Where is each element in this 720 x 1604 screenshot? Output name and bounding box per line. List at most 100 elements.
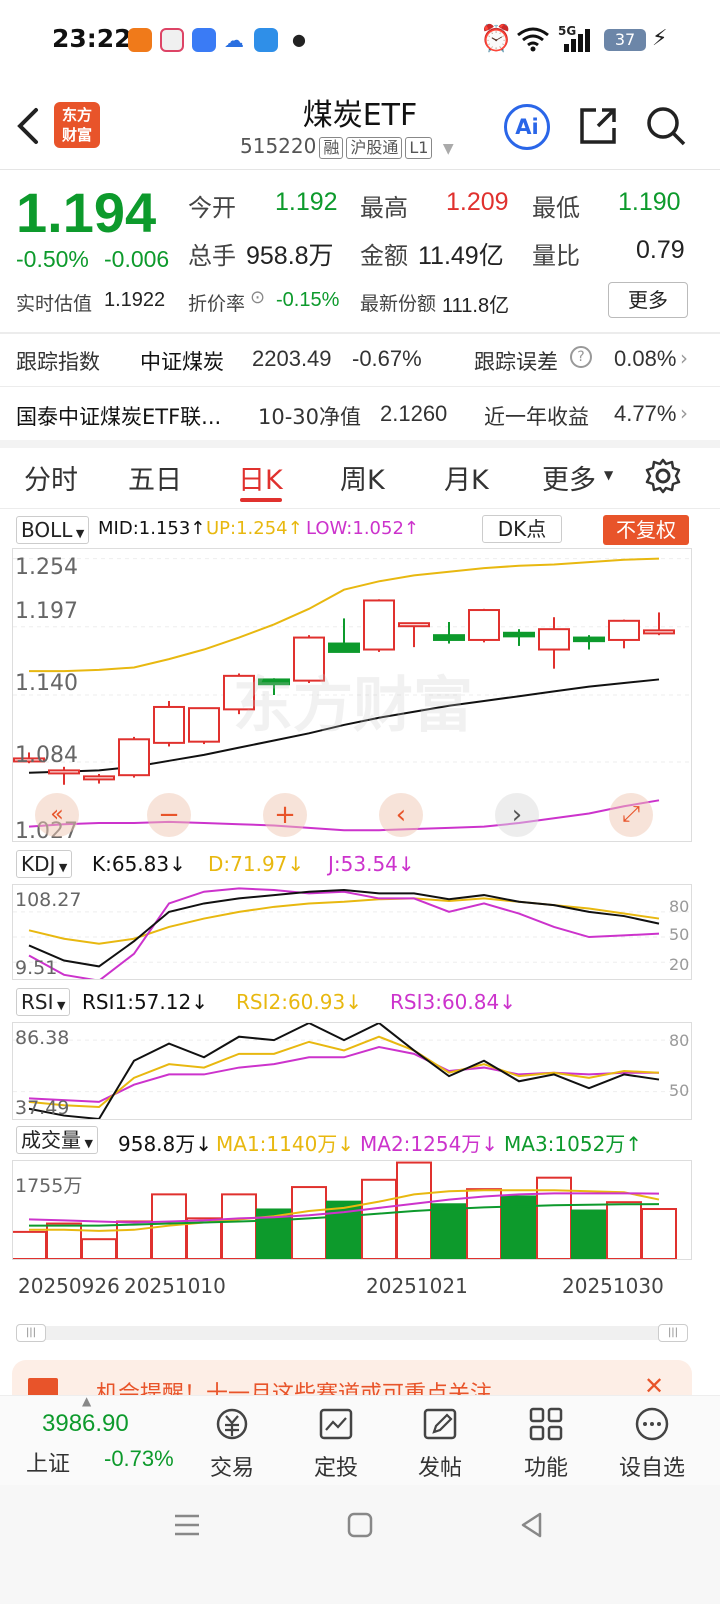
open-label: 今开 xyxy=(188,194,236,222)
info-dots-icon[interactable]: ⊙ xyxy=(250,287,265,308)
scrollbar-handle-right[interactable]: ||| xyxy=(658,1324,688,1342)
boll-name: BOLL xyxy=(21,518,73,542)
candle-body xyxy=(433,634,465,641)
nav-post-label: 发帖 xyxy=(417,1456,462,1481)
price-tick: 1.084 xyxy=(15,743,78,768)
scroll-left-fast-icon[interactable]: « xyxy=(35,793,79,837)
battery-icon: 37 xyxy=(604,29,646,51)
more-button[interactable]: 更多 xyxy=(608,282,688,318)
status-time: 23:22 xyxy=(52,24,132,53)
linked-fund-name[interactable]: 国泰中证煤炭ETF联... xyxy=(16,401,221,431)
nav-post[interactable]: 发帖 xyxy=(400,1406,480,1482)
volume-ma3: MA3:1052万↑ xyxy=(504,1132,643,1156)
stock-code-row[interactable]: 515220 融沪股通 L1 ▼ xyxy=(240,134,454,159)
kdj-right-tick: 80 xyxy=(669,897,690,916)
share-icon[interactable] xyxy=(578,106,618,146)
divider xyxy=(0,508,720,509)
price-tick: 1.197 xyxy=(15,599,78,624)
cloud-icon: ☁ xyxy=(224,28,244,52)
chevron-down-icon: ▼ xyxy=(442,141,454,157)
dk-point-selector[interactable]: DK点 xyxy=(482,515,562,543)
chevron-right-icon[interactable]: › xyxy=(680,346,688,370)
nav-trade-label: 交易 xyxy=(209,1456,254,1481)
nav-functions[interactable]: 功能 xyxy=(506,1406,586,1482)
tab-five-day[interactable]: 五日 xyxy=(128,458,182,497)
section-gap xyxy=(0,440,720,448)
volume-panel[interactable]: 1755万 xyxy=(12,1160,692,1260)
opportunity-banner[interactable]: 机会提醒！十一月这些赛道或可重点关注 ✕ xyxy=(12,1360,692,1395)
more-dots-icon xyxy=(635,1407,669,1441)
system-navigation-bar xyxy=(0,1485,720,1604)
volume-bar xyxy=(606,1201,642,1259)
home-icon[interactable] xyxy=(346,1511,374,1539)
boll-selector[interactable]: BOLL ▼ xyxy=(16,516,90,544)
index-value[interactable]: 3986.90 xyxy=(42,1410,129,1438)
expand-up-icon[interactable]: ▲ xyxy=(82,1394,91,1408)
tab-more[interactable]: 更多 xyxy=(542,458,596,497)
tracking-value: 2203.49 xyxy=(252,346,332,371)
megaphone-icon xyxy=(28,1378,58,1395)
back-icon[interactable] xyxy=(518,1511,546,1539)
chart-scrollbar[interactable]: ||| ||| xyxy=(16,1324,688,1342)
zoom-in-icon[interactable]: + xyxy=(263,793,307,837)
rsi-panel[interactable]: 86.38 37.49 80 50 xyxy=(12,1022,692,1120)
help-icon[interactable]: ? xyxy=(570,346,592,368)
step-right-icon[interactable]: › xyxy=(495,793,539,837)
tab-monthly-k[interactable]: 月K xyxy=(444,458,489,497)
rsi-right-tick: 80 xyxy=(669,1031,690,1050)
tab-daily-k[interactable]: 日K xyxy=(238,458,283,497)
candle-body xyxy=(468,609,500,641)
stock-code: 515220 xyxy=(240,134,317,158)
volume-ma2: MA2:1254万↓ xyxy=(360,1132,499,1156)
volume-bar xyxy=(571,1209,607,1259)
nav-trade[interactable]: 交易 xyxy=(192,1406,272,1482)
tracking-index[interactable]: 中证煤炭 xyxy=(140,346,224,376)
volume-selector[interactable]: 成交量 ▼ xyxy=(16,1126,98,1154)
chevron-right-icon[interactable]: › xyxy=(680,401,688,425)
settings-gear-icon[interactable] xyxy=(645,458,681,494)
grid-apps-icon xyxy=(529,1407,563,1441)
step-left-icon[interactable]: ‹ xyxy=(379,793,423,837)
rsi-selector[interactable]: RSI ▼ xyxy=(16,988,71,1016)
wifi-icon xyxy=(517,27,549,52)
no-adjust-button[interactable]: 不复权 xyxy=(603,515,689,545)
dk-label: DK点 xyxy=(497,517,547,541)
volume-bar xyxy=(641,1208,677,1259)
ai-button[interactable]: Ai xyxy=(504,104,550,150)
volume-bar xyxy=(81,1238,117,1259)
kline-panel[interactable]: 东方财富 1.254 1.197 1.140 1.084 1.027 « − +… xyxy=(12,548,692,844)
fullscreen-icon[interactable]: ⤢ xyxy=(609,793,653,837)
high-value: 1.209 xyxy=(446,188,509,216)
scrollbar-handle-left[interactable]: ||| xyxy=(16,1324,46,1342)
boll-upper-line xyxy=(29,557,660,673)
banner-text: 机会提醒！十一月这些赛道或可重点关注 xyxy=(96,1382,493,1395)
signal-icon xyxy=(564,29,590,52)
candle-body xyxy=(503,631,535,638)
annual-return-label: 近一年收益 xyxy=(484,405,589,429)
kdj-panel[interactable]: 108.27 9.51 80 50 20 xyxy=(12,884,692,980)
search-icon[interactable] xyxy=(644,104,688,148)
tracking-pct: -0.67% xyxy=(352,346,422,371)
volume-name: 成交量 xyxy=(21,1128,81,1152)
date-label: 20251010 xyxy=(124,1274,226,1298)
menu-icon[interactable] xyxy=(172,1511,202,1539)
kdj-selector[interactable]: KDJ ▼ xyxy=(16,850,73,878)
tab-intraday[interactable]: 分时 xyxy=(24,458,78,497)
nav-functions-label: 功能 xyxy=(523,1456,568,1481)
annual-return-value: 4.77% xyxy=(614,401,677,426)
status-bar: 23:22 ☁ ● ⏰ 5G 37 ⚡ xyxy=(0,0,720,80)
kdj-tick: 9.51 xyxy=(15,957,58,979)
price-tick: 1.254 xyxy=(15,555,78,580)
stock-header: 东方 财富 煤炭ETF 515220 融沪股通 L1 ▼ Ai xyxy=(0,80,720,170)
volume-ma1: MA1:1140万↓ xyxy=(216,1132,355,1156)
app-notification-icon xyxy=(254,28,278,52)
candle-body xyxy=(83,775,115,781)
zoom-out-icon[interactable]: − xyxy=(147,793,191,837)
close-icon[interactable]: ✕ xyxy=(644,1372,664,1395)
nav-add-watchlist[interactable]: 设自选 xyxy=(612,1406,692,1482)
nav-fixed-invest[interactable]: 定投 xyxy=(296,1406,376,1482)
tab-weekly-k[interactable]: 周K xyxy=(340,458,385,497)
dropdown-caret-icon: ▼ xyxy=(53,999,66,1012)
tracking-error-label: 跟踪误差 xyxy=(474,350,558,374)
rsi-chart xyxy=(13,1023,691,1119)
